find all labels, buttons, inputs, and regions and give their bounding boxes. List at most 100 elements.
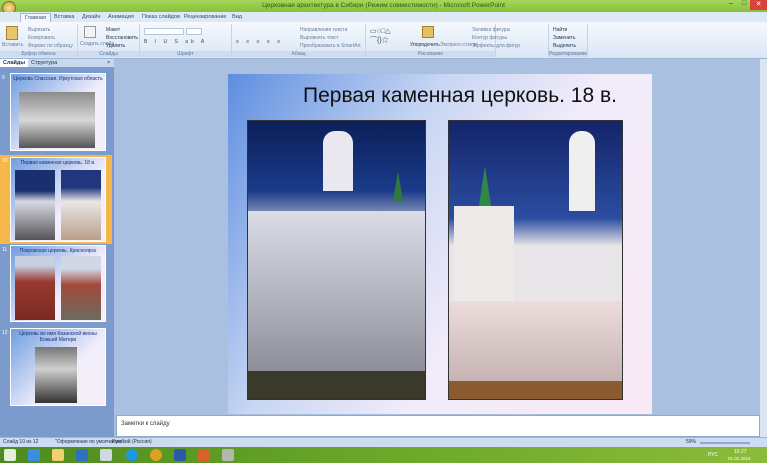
ribbon: Вставить Вырезать Копировать Формат по о… (0, 22, 767, 59)
church-photo-left (247, 120, 426, 400)
bell-tower (323, 131, 353, 191)
panel-tabs: Слайды Структура × (0, 59, 114, 67)
group-label: Абзац (232, 51, 365, 57)
tab-slides[interactable]: Слайды (0, 59, 29, 67)
tab-insert[interactable]: Вставка (50, 13, 78, 21)
panel-close-button[interactable]: × (104, 59, 113, 67)
close-button[interactable]: ✕ (750, 0, 767, 10)
window-title: Церковная архитектура в Сибири (Режим со… (262, 2, 505, 9)
cut-button[interactable]: Вырезать (28, 27, 50, 33)
ie-icon[interactable] (28, 449, 40, 461)
church-photo (61, 256, 101, 320)
chrome-icon[interactable] (150, 449, 162, 461)
thumbnail-title: Покровская церковь. Красноярск (19, 248, 97, 254)
notes-placeholder: Заметки к слайду (121, 421, 170, 427)
ribbon-tabs: Главная Вставка Дизайн Анимация Показ сл… (0, 12, 767, 23)
church-photo (61, 170, 101, 240)
minimize-button[interactable]: – (724, 0, 738, 10)
tab-review[interactable]: Рецензирование (180, 13, 230, 21)
tab-design[interactable]: Дизайн (78, 13, 105, 21)
font-name-input[interactable] (144, 28, 184, 35)
bell-tower (569, 131, 595, 211)
clock-time[interactable]: 16:27 (734, 449, 747, 455)
shape-fill-button[interactable]: Заливка фигуры (472, 27, 510, 33)
tab-view[interactable]: Вид (228, 13, 246, 21)
input-language[interactable]: РУС (708, 452, 718, 458)
find-button[interactable]: Найти (553, 27, 567, 33)
arrange-icon (422, 26, 434, 38)
layout-button[interactable]: Макет (106, 27, 120, 33)
tower (454, 206, 514, 306)
app-icon[interactable] (76, 449, 88, 461)
app-icon[interactable] (222, 449, 234, 461)
slide-number: 11 (2, 247, 8, 253)
slide-thumbnail[interactable]: Покровская церковь. Красноярск (10, 245, 106, 322)
paste-button[interactable]: Вставить (2, 42, 23, 48)
font-size-input[interactable] (186, 28, 202, 35)
green-spire (479, 166, 491, 206)
vertical-scrollbar[interactable] (760, 59, 767, 437)
slide-number: 10 (2, 158, 8, 164)
slide-count: Слайд 10 из 12 (3, 439, 39, 445)
align-buttons[interactable]: ≡ ≡ ≡ ≡ ≡ (236, 39, 283, 45)
thumbnail-title: Первая каменная церковь. 18 в. (20, 160, 96, 166)
slide-thumbnail[interactable]: Церковь во имя Казанской иконы Божьей Ма… (10, 328, 106, 406)
select-button[interactable]: Выделить (553, 43, 576, 49)
group-label: Буфер обмена (0, 51, 77, 57)
language: Русский (Россия) (112, 439, 152, 445)
thumbnail-title: Церковь Спасская. Иркутская область (13, 76, 103, 82)
powerpoint-icon[interactable] (198, 449, 210, 461)
slide-number: 12 (2, 330, 8, 336)
shape-outline-button[interactable]: Контур фигуры (472, 35, 507, 41)
zoom-slider[interactable] (700, 442, 750, 444)
group-font: B I U S ab A Шрифт (140, 24, 232, 57)
zoom-level[interactable]: 59% (686, 439, 696, 445)
church-photo (35, 347, 77, 403)
group-label: Рисование (366, 51, 495, 57)
church-photo (19, 92, 95, 148)
paste-icon (6, 26, 18, 40)
arrange-button[interactable]: Упорядочить (410, 42, 440, 48)
word-icon[interactable] (174, 449, 186, 461)
skype-icon[interactable] (126, 449, 138, 461)
explorer-icon[interactable] (52, 449, 64, 461)
shape-effects-button[interactable]: Эффекты для фигур (472, 43, 520, 49)
reset-button[interactable]: Восстановить (106, 35, 138, 41)
replace-button[interactable]: Заменить (553, 35, 575, 41)
group-label: Слайды (78, 51, 139, 57)
church-building (449, 301, 622, 381)
slide-number: 9 (2, 75, 5, 81)
clock-date[interactable]: 01.02.2016 (728, 456, 751, 461)
group-label: Шрифт (140, 51, 231, 57)
shapes-gallery[interactable]: ▭○□△ ⌒{}☆ (370, 27, 390, 45)
ground (449, 381, 622, 399)
group-clipboard: Вставить Вырезать Копировать Формат по о… (0, 24, 78, 57)
smartart-button[interactable]: Преобразовать в SmartArt (300, 43, 361, 49)
maximize-button[interactable]: □ (737, 0, 751, 10)
slide-title[interactable]: Первая каменная церковь. 18 в. (228, 84, 652, 108)
app-icon[interactable] (100, 449, 112, 461)
font-format-buttons[interactable]: B I U S ab A (144, 39, 207, 45)
group-slides: Создать слайд Макет Восстановить Удалить… (78, 24, 140, 57)
church-photo-right (448, 120, 623, 400)
align-text-button[interactable]: Выровнять текст (300, 35, 339, 41)
tab-slideshow[interactable]: Показ слайдов (138, 13, 184, 21)
current-slide[interactable]: Первая каменная церковь. 18 в. (228, 74, 652, 414)
copy-button[interactable]: Копировать (28, 35, 55, 41)
title-bar: Церковная архитектура в Сибири (Режим со… (0, 0, 767, 15)
taskbar: РУС 16:27 01.02.2016 (0, 447, 767, 463)
delete-button[interactable]: Удалить (106, 43, 125, 49)
notes-pane[interactable]: Заметки к слайду (116, 415, 760, 437)
thumbnail-title: Церковь во имя Казанской иконы Божьей Ма… (19, 331, 97, 343)
green-spire (393, 171, 403, 201)
tab-animation[interactable]: Анимация (104, 13, 138, 21)
status-bar: Слайд 10 из 12 "Оформление по умолчанию"… (0, 437, 767, 447)
tab-outline[interactable]: Структура (28, 59, 60, 67)
start-icon[interactable] (4, 449, 16, 461)
church-photo (15, 170, 55, 240)
slide-thumbnail-selected[interactable]: Первая каменная церковь. 18 в. (10, 157, 106, 242)
text-direction-button[interactable]: Направление текста (300, 27, 347, 33)
group-drawing: ▭○□△ ⌒{}☆ Упорядочить Экспресс-стили Зали… (366, 24, 520, 57)
slide-thumbnail[interactable]: Церковь Спасская. Иркутская область (10, 73, 106, 151)
format-painter-button[interactable]: Формат по образцу (28, 43, 73, 49)
